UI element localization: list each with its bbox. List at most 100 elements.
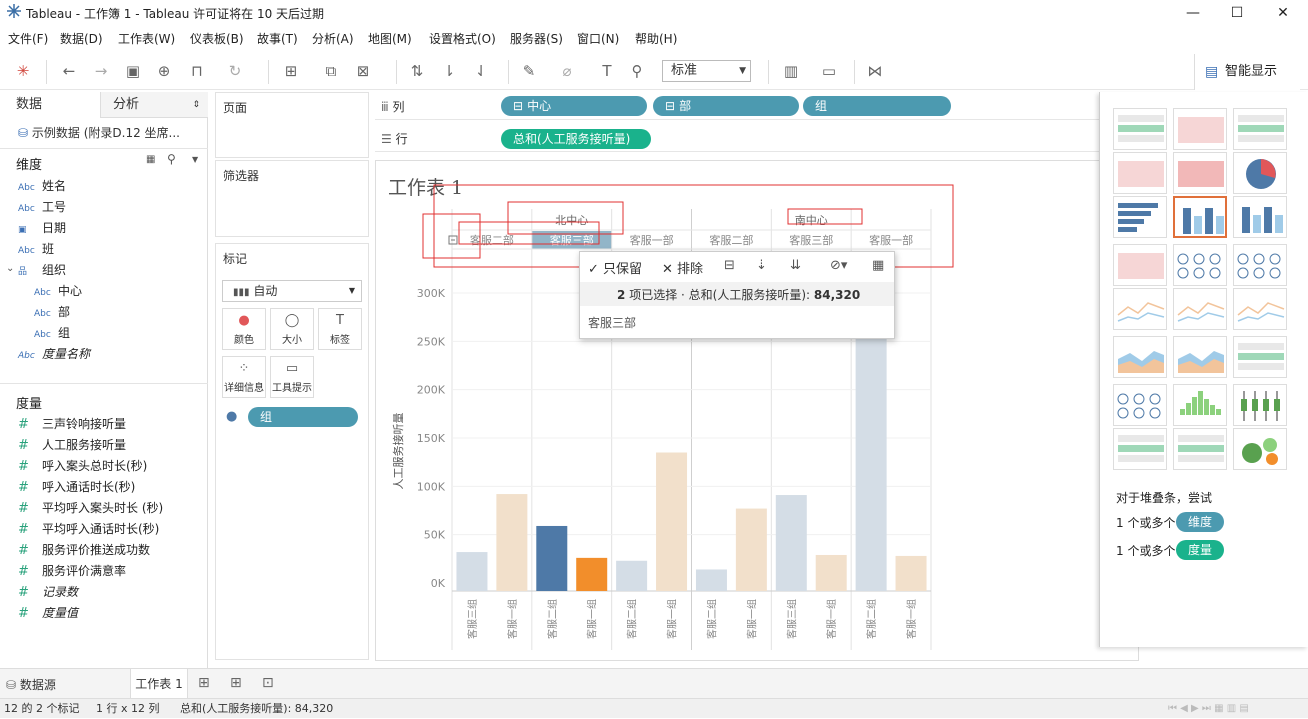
measure-item[interactable]: # 人工服务接听量 [18, 435, 126, 455]
chart-type-heat-map-icon[interactable] [1173, 108, 1227, 150]
redo-icon[interactable]: → [90, 60, 112, 82]
rows-pill[interactable]: 总和(人工服务接听量) [501, 129, 651, 149]
tab-sheet-1[interactable]: 工作表 1 [130, 669, 188, 699]
tableau-home-icon[interactable]: ✳ [12, 60, 34, 82]
chart-type-dual-combination-icon[interactable] [1233, 336, 1287, 378]
fix-axes-icon[interactable]: ⚲ [626, 60, 648, 82]
sort-asc-icon[interactable]: ⇂ [438, 60, 460, 82]
chart-type-side-by-side-circles-icon[interactable] [1233, 244, 1287, 286]
show-labels-icon[interactable]: T [596, 60, 618, 82]
measure-item[interactable]: # 服务评价推送成功数 [18, 540, 150, 560]
show-cards-icon[interactable]: ▥ [780, 60, 802, 82]
chart-type-packed-bubbles-icon[interactable] [1233, 428, 1287, 470]
dimension-item[interactable]: Abc 部 [34, 302, 70, 322]
dimension-item[interactable]: Abc 班 [18, 239, 54, 259]
bar[interactable] [536, 525, 568, 591]
dimension-item[interactable]: Abc 组 [34, 323, 70, 343]
chart-type-scatter-plot-icon[interactable] [1113, 384, 1167, 426]
pages-shelf[interactable]: 页面 [215, 92, 369, 158]
view-data-icon[interactable]: ▦ [872, 258, 884, 273]
chart-type-horizontal-bars-icon[interactable] [1113, 196, 1167, 238]
keep-only-button[interactable]: ✓ 只保留 [588, 258, 642, 277]
department-header-label[interactable]: 客服二部 [470, 233, 514, 247]
measure-item[interactable]: # 服务评价满意率 [18, 561, 126, 581]
new-datasource-icon[interactable]: ⊕ [153, 60, 175, 82]
bar[interactable] [616, 560, 648, 591]
tooltip-button[interactable]: ▭ 工具提示 [270, 356, 314, 398]
chart-type-box-whisker-icon[interactable] [1233, 384, 1287, 426]
dimension-item[interactable]: 品 组织 [18, 260, 66, 280]
tab-analysis[interactable]: 分析 ⇕ [100, 92, 208, 118]
clear-sheet-icon[interactable]: ⊠ [352, 60, 374, 82]
chart-type-filled-map-icon[interactable] [1173, 152, 1227, 194]
dimension-item[interactable]: ▣ 日期 [18, 218, 66, 238]
pause-updates-icon[interactable]: ⊓ [186, 60, 208, 82]
bar[interactable] [775, 495, 807, 591]
menu-item-4[interactable]: 故事(T) [257, 28, 298, 50]
bar[interactable] [895, 555, 927, 591]
chart-type-area-discrete-icon[interactable] [1173, 336, 1227, 378]
measure-item[interactable]: # 呼入通话时长(秒) [18, 477, 135, 497]
exclude-button[interactable]: ✕ 排除 [662, 258, 703, 277]
bar[interactable] [456, 552, 488, 591]
maximize-button[interactable]: ☐ [1214, 0, 1260, 26]
menu-item-9[interactable]: 窗口(N) [577, 28, 619, 50]
menu-item-10[interactable]: 帮助(H) [635, 28, 677, 50]
chart-type-text-table-icon[interactable] [1113, 108, 1167, 150]
collapse-caret-icon[interactable]: ⌄ [6, 263, 14, 274]
measure-names-item[interactable]: Abc 度量名称 [18, 344, 90, 364]
chart-type-side-by-side-bars-icon[interactable] [1233, 196, 1287, 238]
menu-item-2[interactable]: 工作表(W) [118, 28, 175, 50]
rows-shelf[interactable]: ☰ 行 总和(人工服务接听量) [375, 124, 1105, 152]
menu-item-8[interactable]: 服务器(S) [510, 28, 563, 50]
chart-type-treemap-icon[interactable] [1113, 244, 1167, 286]
menu-item-3[interactable]: 仪表板(B) [190, 28, 244, 50]
menu-item-5[interactable]: 分析(A) [312, 28, 354, 50]
dimension-item[interactable]: Abc 工号 [18, 197, 66, 217]
close-button[interactable]: ✕ [1260, 0, 1306, 26]
size-button[interactable]: ◯ 大小 [270, 308, 314, 350]
refresh-icon[interactable]: ↻ [224, 60, 246, 82]
measure-item-measure_values[interactable]: # 度量值 [18, 603, 78, 623]
chart-type-highlight-table-icon[interactable] [1233, 108, 1287, 150]
dimension-item[interactable]: Abc 姓名 [18, 176, 66, 196]
group-icon[interactable]: ⌀ [556, 60, 578, 82]
show-me-button[interactable]: ▤ 智能显示 [1194, 54, 1300, 90]
chart-type-bullet-graph-icon[interactable] [1173, 428, 1227, 470]
color-pill[interactable]: 组 [248, 407, 358, 427]
department-header-label[interactable]: 客服三部 [550, 233, 594, 247]
menu-item-1[interactable]: 数据(D) [60, 28, 103, 50]
chart-type-dual-lines-icon[interactable] [1233, 288, 1287, 330]
chart-type-lines-continuous-icon[interactable] [1113, 288, 1167, 330]
chart-type-pie-chart-icon[interactable] [1233, 152, 1287, 194]
bar[interactable] [815, 554, 847, 591]
swap-icon[interactable]: ⇅ [406, 60, 428, 82]
new-story-icon[interactable]: ⊡ [262, 675, 274, 691]
group-members-icon[interactable]: ⊟ [724, 258, 735, 273]
fit-select[interactable]: 标准 ▼ [662, 60, 751, 82]
menu-item-6[interactable]: 地图(M) [368, 28, 412, 50]
chart-type-symbol-map-icon[interactable] [1113, 152, 1167, 194]
mark-type-select[interactable]: ▮▮▮ 自动 ▼ [222, 280, 362, 302]
measure-item-records[interactable]: # 记录数 [18, 582, 78, 602]
color-button[interactable]: ● 颜色 [222, 308, 266, 350]
department-header-label[interactable]: 客服一部 [630, 233, 674, 247]
department-header-label[interactable]: 客服三部 [789, 233, 833, 247]
minimize-button[interactable]: — [1170, 0, 1216, 26]
filters-shelf[interactable]: 筛选器 [215, 160, 369, 237]
column-pill[interactable]: ⊟ 部 [653, 96, 799, 116]
link-icon[interactable]: ⊘▾ [830, 258, 847, 273]
measure-item[interactable]: # 呼入案头总时长(秒) [18, 456, 147, 476]
chart-type-circle-views-icon[interactable] [1173, 244, 1227, 286]
bar[interactable] [656, 452, 688, 592]
column-pill[interactable]: ⊟ 中心 [501, 96, 647, 116]
column-pill[interactable]: 组 [803, 96, 951, 116]
sort-icon[interactable]: ⇣ [756, 258, 767, 273]
datasource-item[interactable]: ⛁ 示例数据 (附录D.12 坐席... [18, 124, 206, 141]
menu-item-0[interactable]: 文件(F) [8, 28, 48, 50]
bar[interactable] [695, 569, 727, 591]
bar[interactable] [735, 508, 767, 591]
label-button[interactable]: T 标签 [318, 308, 362, 350]
columns-shelf[interactable]: ⅲ 列 ⊟ 中心 ⊟ 部组 [375, 92, 1105, 120]
chart-type-lines-discrete-icon[interactable] [1173, 288, 1227, 330]
